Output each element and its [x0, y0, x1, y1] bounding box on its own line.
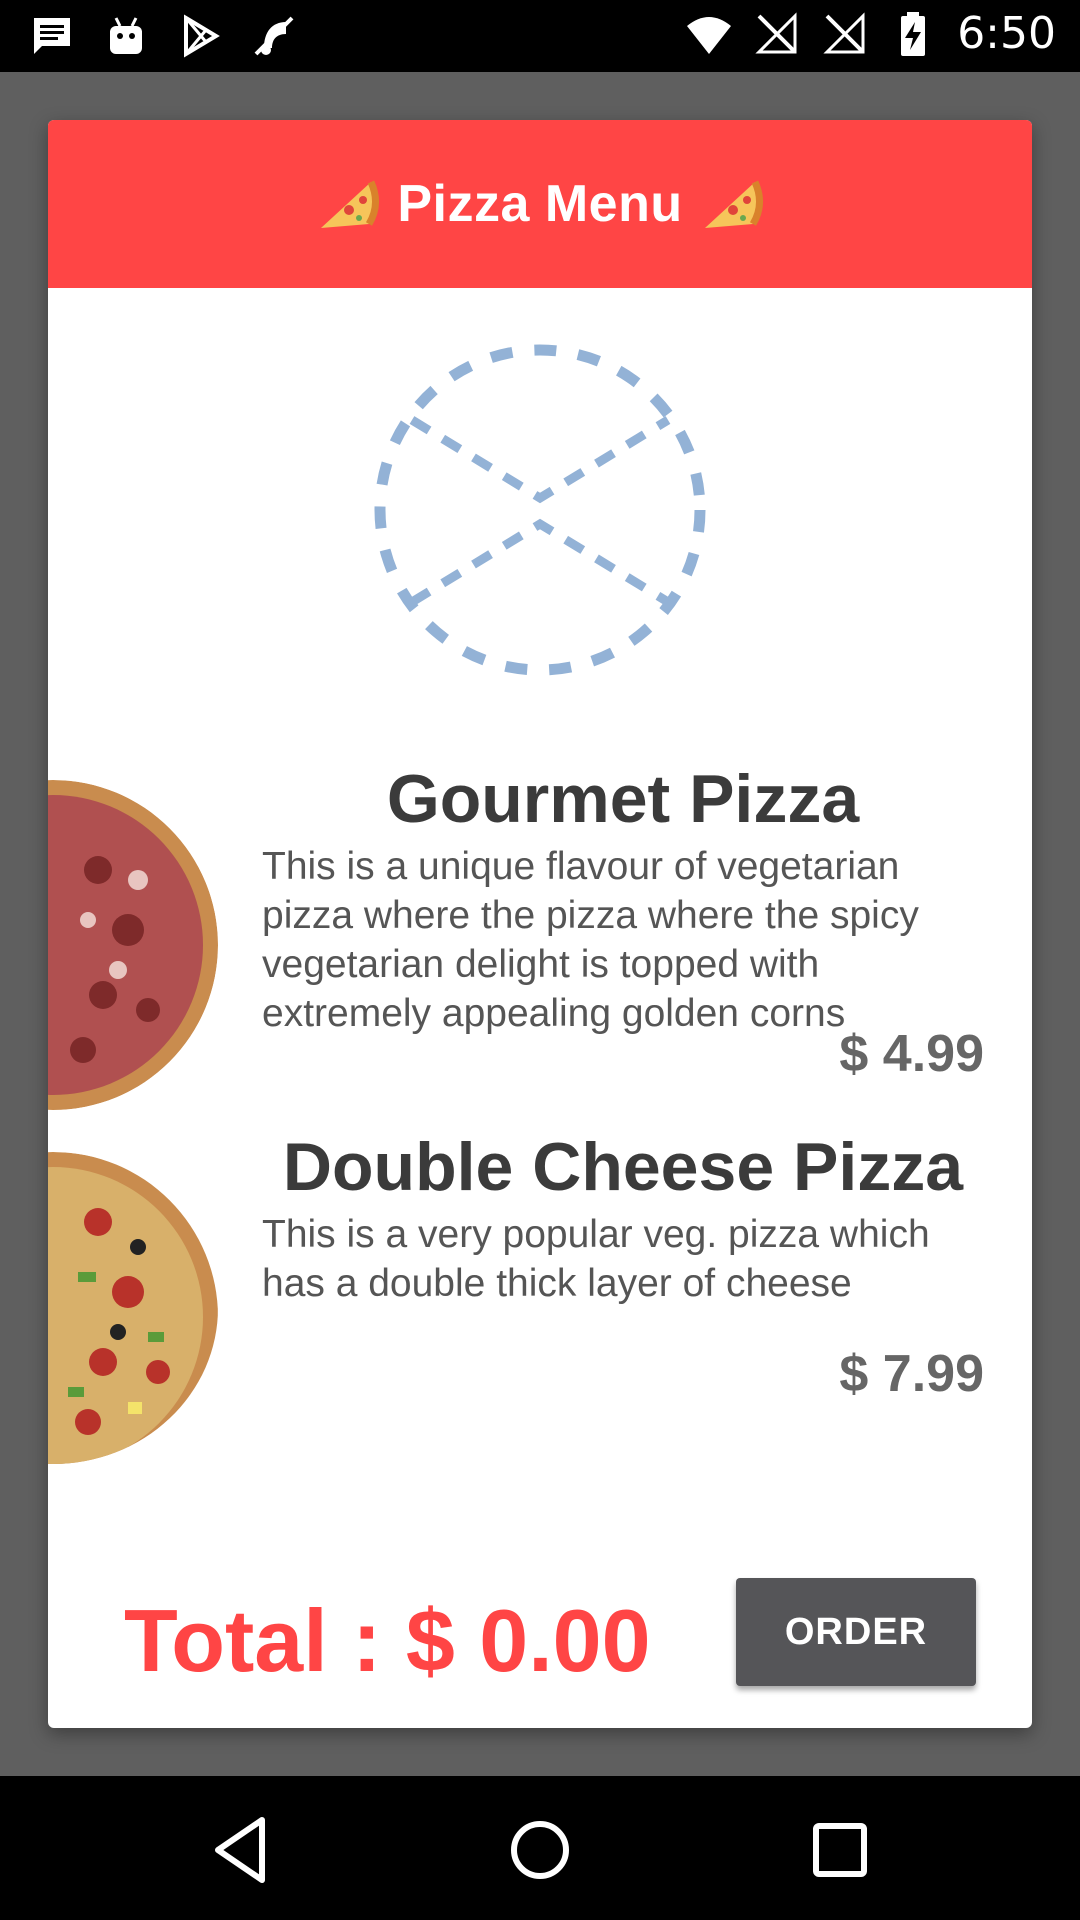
loading-spinner-icon	[374, 344, 706, 676]
home-icon[interactable]	[500, 1810, 580, 1890]
back-icon[interactable]	[200, 1810, 280, 1890]
no-signal-icon	[755, 11, 797, 53]
total-label: Total : $ 0.00	[124, 1591, 651, 1690]
navigation-bar	[0, 1776, 1080, 1920]
system-icons: 6:50	[685, 8, 1056, 59]
message-icon	[34, 18, 70, 54]
item-description: This is a very popular veg. pizza which …	[262, 1213, 930, 1305]
status-bar: 6:50	[0, 0, 1080, 72]
supreme-pizza-image	[48, 1152, 218, 1464]
android-icon	[110, 17, 142, 54]
pizza-menu-dialog: Pizza Menu Gourmet Pizza This is a uniqu…	[48, 120, 1032, 1728]
menu-item[interactable]: Double Cheese Pizza This is a very popul…	[48, 1129, 1032, 1482]
item-description: This is a unique flavour of vegetarian p…	[262, 845, 919, 1035]
order-button[interactable]: ORDER	[736, 1578, 976, 1686]
notification-icons	[28, 12, 298, 60]
item-price: $ 4.99	[839, 1025, 984, 1083]
dialog-header: Pizza Menu	[48, 120, 1032, 288]
dialog-title: Pizza Menu	[397, 175, 683, 233]
item-price: $ 7.99	[839, 1345, 984, 1403]
pizza-slice-icon	[321, 180, 380, 228]
item-title: Gourmet Pizza	[386, 761, 860, 837]
item-title: Double Cheese Pizza	[282, 1129, 964, 1205]
battery-charging-icon	[901, 11, 926, 56]
pepperoni-pizza-image	[48, 780, 218, 1110]
no-signal-icon	[823, 11, 865, 53]
play-store-icon	[184, 14, 220, 58]
recents-icon[interactable]	[800, 1810, 880, 1890]
pizza-slice-icon	[704, 180, 763, 228]
wifi-icon	[687, 16, 732, 54]
menu-item[interactable]: Gourmet Pizza This is a unique flavour o…	[48, 761, 1032, 1130]
clock: 6:50	[957, 8, 1056, 59]
mute-icon	[254, 16, 294, 56]
